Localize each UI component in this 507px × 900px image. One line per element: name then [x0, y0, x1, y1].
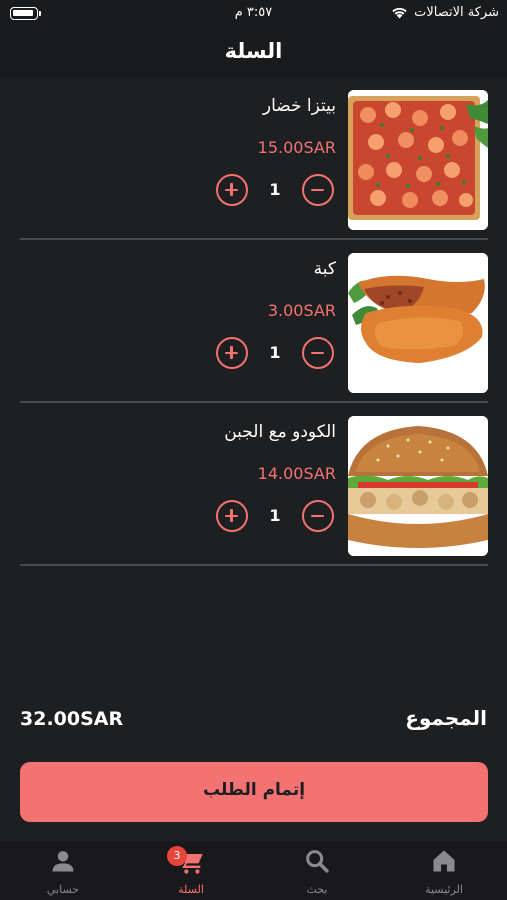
decrease-quantity-button[interactable]	[302, 337, 334, 369]
kibbeh-image	[348, 253, 488, 393]
increase-quantity-button[interactable]	[216, 500, 248, 532]
item-price: 14.00SAR	[257, 464, 336, 483]
nav-item-search[interactable]: بحث	[254, 841, 380, 900]
minus-icon-bar	[311, 514, 324, 517]
minus-icon-bar	[311, 188, 324, 191]
cart-item: الكودو مع الجبن 14.00SAR 1	[20, 404, 488, 566]
item-name: بيتزا خضار	[262, 96, 336, 116]
nav-label-cart: السلة	[178, 883, 204, 896]
sandwich-image	[348, 416, 488, 556]
cart-count-badge: 3	[167, 846, 187, 866]
quantity-value: 1	[269, 180, 281, 199]
search-icon	[306, 850, 329, 873]
nav-label-search: بحث	[306, 883, 328, 896]
home-icon	[433, 850, 455, 872]
item-name: الكودو مع الجبن	[224, 422, 336, 442]
status-bar: ٣:٥٧ م شركة الاتصالات	[0, 0, 507, 30]
person-icon	[52, 851, 74, 872]
nav-label-home: الرئيسية	[425, 883, 463, 896]
nav-label-account: حسابي	[46, 883, 80, 896]
item-price: 15.00SAR	[257, 138, 336, 157]
page-title: السلة	[224, 39, 283, 63]
item-image	[348, 416, 488, 556]
page-header: السلة	[0, 30, 507, 78]
bottom-nav: الرئيسية بحث 3 السلة حسابي	[0, 841, 507, 900]
quantity-stepper: 1	[216, 500, 334, 532]
checkout-button-label: إتمام الطلب	[202, 780, 306, 800]
quantity-value: 1	[269, 343, 281, 362]
item-name: كبة	[313, 259, 336, 279]
increase-quantity-button[interactable]	[216, 174, 248, 206]
carrier-name: شركة الاتصالات	[414, 5, 499, 20]
quantity-stepper: 1	[216, 337, 334, 369]
plus-icon-bar	[230, 183, 233, 196]
nav-item-account[interactable]: حسابي	[0, 841, 126, 900]
quantity-value: 1	[269, 506, 281, 525]
item-image	[348, 90, 488, 230]
total-value: 32.00SAR	[20, 708, 124, 730]
decrease-quantity-button[interactable]	[302, 500, 334, 532]
total-label: المجموع	[405, 706, 487, 730]
minus-icon-bar	[311, 351, 324, 354]
plus-icon-bar	[230, 509, 233, 522]
pizza-image	[348, 90, 488, 230]
status-carrier: شركة الاتصالات	[391, 5, 499, 20]
increase-quantity-button[interactable]	[216, 337, 248, 369]
nav-item-home[interactable]: الرئيسية	[381, 841, 507, 900]
cart-item: بيتزا خضار 15.00SAR 1	[20, 78, 488, 240]
decrease-quantity-button[interactable]	[302, 174, 334, 206]
item-image	[348, 253, 488, 393]
checkout-button[interactable]: إتمام الطلب	[20, 762, 488, 822]
cart-item: كبة 3.00SAR 1	[20, 241, 488, 403]
quantity-stepper: 1	[216, 174, 334, 206]
plus-icon-bar	[230, 346, 233, 359]
nav-item-cart[interactable]: 3 السلة	[128, 841, 254, 900]
wifi-icon	[392, 7, 407, 19]
item-price: 3.00SAR	[267, 301, 336, 320]
